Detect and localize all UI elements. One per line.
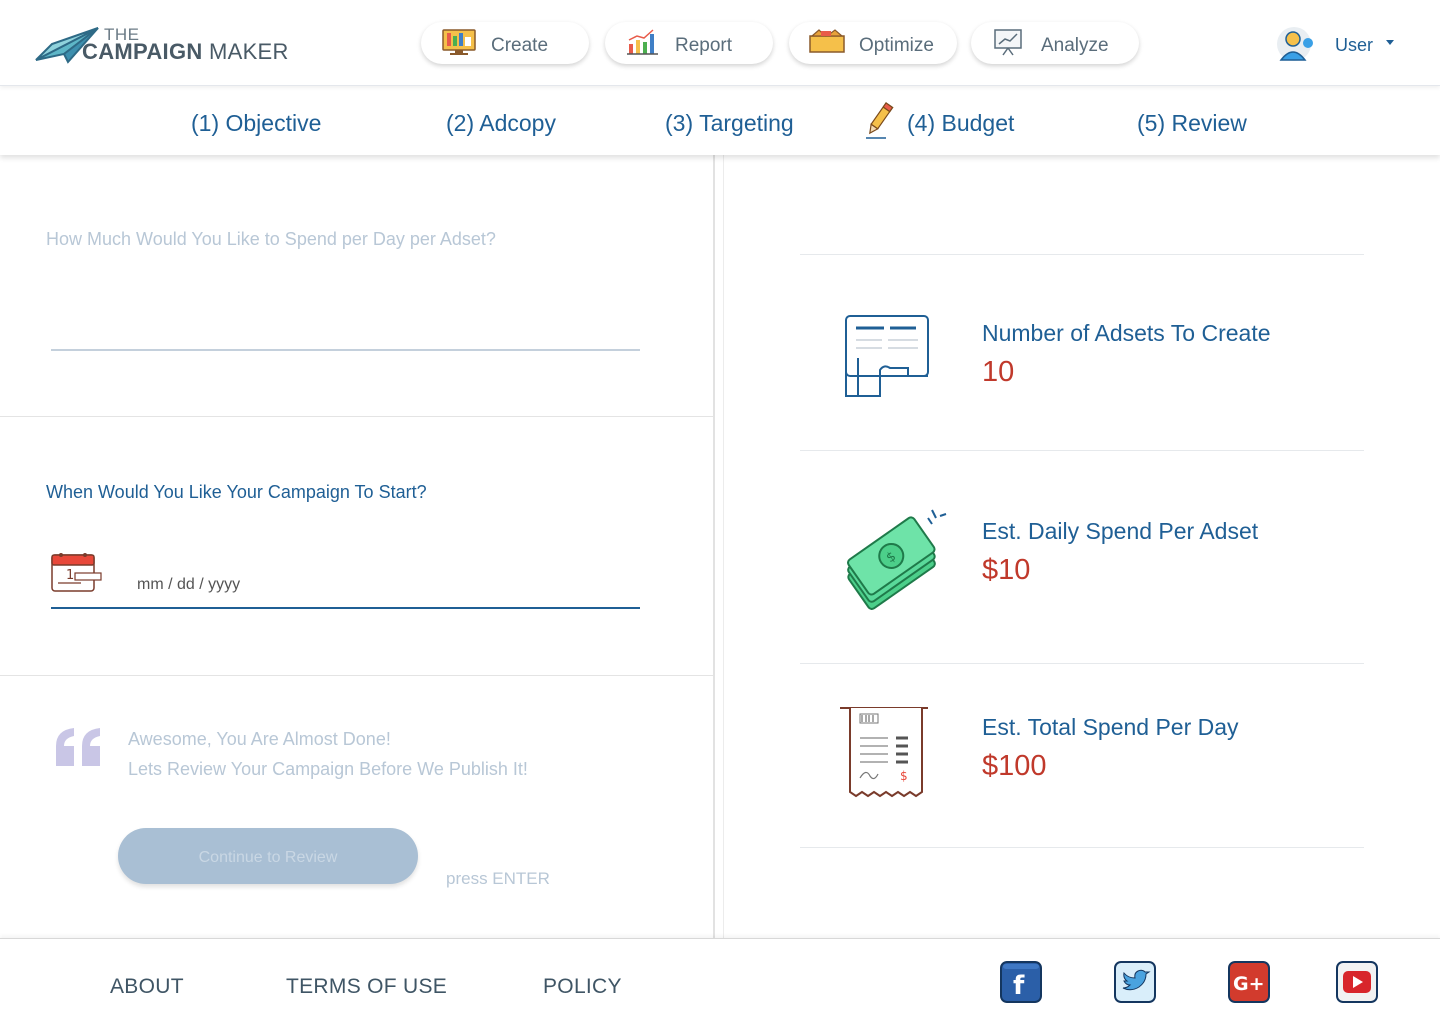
summary-divider — [800, 450, 1364, 451]
summary-divider — [800, 254, 1364, 255]
step-objective[interactable]: (1) Objective — [191, 110, 321, 137]
logo[interactable]: THE CAMPAIGN MAKER — [34, 22, 304, 66]
start-date-question: When Would You Like Your Campaign To Sta… — [46, 482, 427, 502]
panel-divider — [713, 155, 724, 938]
user-menu[interactable]: User — [1276, 24, 1406, 64]
document-icon — [845, 315, 929, 397]
section-divider — [0, 675, 713, 676]
almost-done-subtitle: Lets Review Your Campaign Before We Publ… — [128, 759, 528, 779]
footer-policy-link[interactable]: POLICY — [543, 975, 622, 999]
step-targeting[interactable]: (3) Targeting — [665, 110, 794, 137]
spend-question: How Much Would You Like to Spend per Day… — [46, 229, 496, 249]
step-budget[interactable]: (4) Budget — [907, 110, 1014, 137]
calendar-icon: 1 — [51, 553, 102, 592]
step-review[interactable]: (5) Review — [1137, 110, 1247, 137]
chevron-down-icon — [1386, 40, 1394, 45]
spend-input[interactable] — [51, 349, 640, 351]
svg-text:$: $ — [900, 769, 908, 783]
twitter-icon[interactable] — [1114, 961, 1156, 1003]
total-spend-label: Est. Total Spend Per Day — [982, 714, 1239, 740]
monitor-icon — [442, 29, 476, 55]
bar-chart-icon — [627, 29, 658, 55]
logo-campaign: CAMPAIGN — [82, 39, 203, 64]
nav-optimize-button[interactable]: Optimize — [789, 22, 957, 64]
budget-form-panel — [0, 155, 713, 938]
nav-analyze-button[interactable]: Analyze — [971, 22, 1139, 64]
facebook-icon[interactable]: f — [1000, 961, 1042, 1003]
daily-spend-value: $10 — [982, 554, 1031, 586]
adsets-count-label: Number of Adsets To Create — [982, 320, 1271, 346]
svg-text:f: f — [1013, 971, 1025, 1001]
summary-divider — [800, 663, 1364, 664]
total-spend-value: $100 — [982, 750, 1047, 782]
press-enter-hint: press ENTER — [446, 869, 550, 888]
youtube-icon[interactable] — [1336, 961, 1378, 1003]
logo-maker: MAKER — [208, 39, 289, 64]
footer-about-link[interactable]: ABOUT — [110, 975, 184, 999]
svg-text:1: 1 — [66, 568, 74, 583]
quote-icon — [56, 728, 100, 766]
step-adcopy[interactable]: (2) Adcopy — [446, 110, 556, 137]
user-avatar-icon — [1277, 27, 1313, 61]
svg-text:G+: G+ — [1233, 973, 1265, 995]
logo-name: CAMPAIGN MAKER — [82, 39, 289, 65]
user-name: User — [1335, 35, 1374, 55]
date-placeholder: mm / dd / yyyy — [137, 576, 241, 593]
continue-to-review-button[interactable]: Continue to Review — [118, 828, 418, 884]
section-divider — [0, 416, 713, 417]
summary-panel — [724, 155, 1440, 938]
almost-done-title: Awesome, You Are Almost Done! — [128, 729, 391, 749]
presentation-icon — [994, 29, 1022, 56]
nav-report-button[interactable]: Report — [605, 22, 773, 64]
pencil-icon — [866, 102, 894, 139]
footer-terms-link[interactable]: TERMS OF USE — [286, 975, 447, 999]
money-stack-icon: $ — [847, 509, 947, 610]
nav-create-button[interactable]: Create — [421, 22, 589, 64]
top-navbar: THE CAMPAIGN MAKER Create Report Optimiz… — [0, 0, 1440, 86]
daily-spend-label: Est. Daily Spend Per Adset — [982, 518, 1259, 544]
receipt-icon: $ — [840, 707, 928, 798]
nav-report-label: Report — [675, 35, 733, 56]
google-plus-icon[interactable]: G+ — [1228, 961, 1270, 1003]
summary-divider — [800, 847, 1364, 848]
nav-analyze-label: Analyze — [1041, 35, 1109, 56]
footer: ABOUT TERMS OF USE POLICY f G+ — [0, 938, 1440, 1024]
start-date-input[interactable]: 1 mm / dd / yyyy — [51, 548, 640, 609]
wizard-steps: (1) Objective (2) Adcopy (3) Targeting (… — [0, 86, 1440, 155]
toolbox-icon — [809, 29, 845, 53]
adsets-count-value: 10 — [982, 356, 1015, 388]
nav-create-label: Create — [491, 35, 549, 56]
nav-optimize-label: Optimize — [859, 35, 934, 56]
